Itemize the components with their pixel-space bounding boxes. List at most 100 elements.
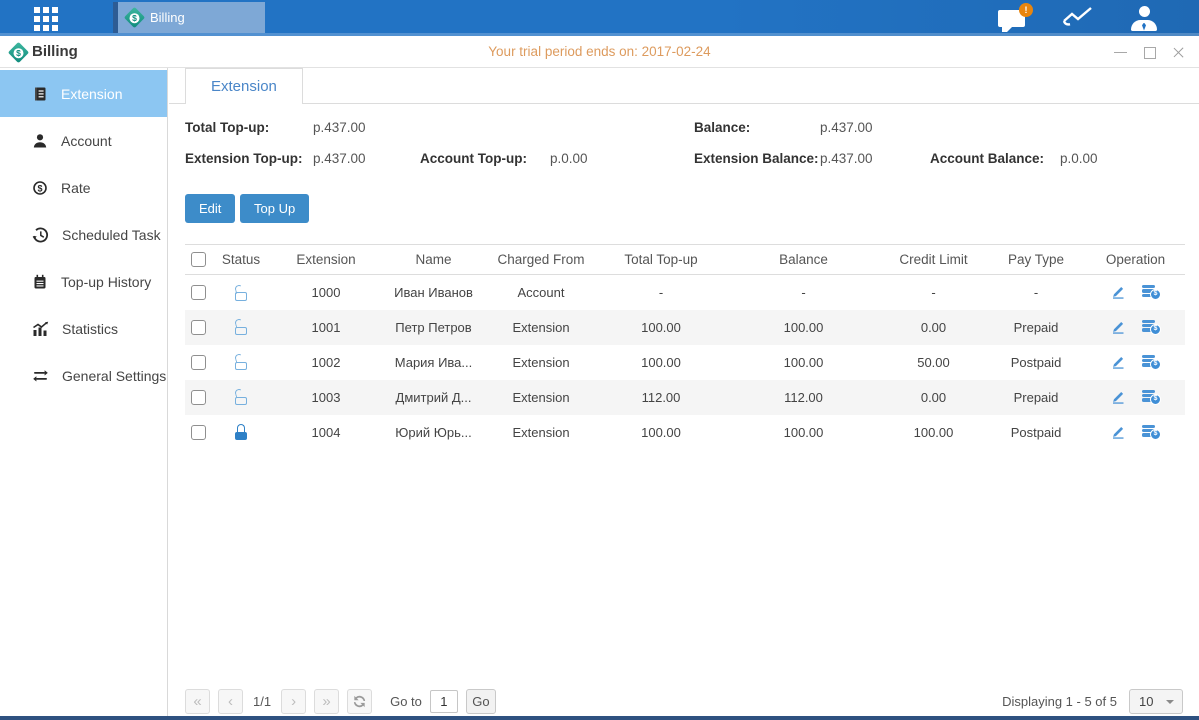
go-button[interactable]: Go — [466, 689, 496, 714]
balance-value: p.437.00 — [820, 120, 873, 135]
page-size-value: 10 — [1139, 694, 1153, 709]
select-all-checkbox[interactable] — [191, 252, 206, 267]
cell-balance: 100.00 — [726, 415, 881, 450]
app-launcher-grid-icon[interactable] — [34, 7, 58, 31]
cell-credit-limit: 100.00 — [881, 415, 986, 450]
status-lock-icon[interactable] — [233, 319, 249, 335]
topup-row-icon[interactable]: $ — [1142, 319, 1161, 335]
account-topup-value: p.0.00 — [550, 151, 588, 166]
cell-charged-from: Account — [486, 275, 596, 310]
window-controls — [1114, 36, 1185, 68]
cell-credit-limit: 0.00 — [881, 310, 986, 345]
page-size-dropdown[interactable]: 10 — [1129, 689, 1183, 714]
first-page-button[interactable]: « — [185, 689, 210, 714]
total-topup-label: Total Top-up: — [185, 120, 269, 135]
sidebar-item-label: Rate — [61, 180, 91, 196]
cell-total-topup: 112.00 — [596, 380, 726, 415]
cell-pay-type: Postpaid — [986, 345, 1086, 380]
cell-extension: 1000 — [271, 275, 381, 310]
account-topup-label: Account Top-up: — [420, 151, 527, 166]
cell-total-topup: - — [596, 275, 726, 310]
cell-charged-from: Extension — [486, 310, 596, 345]
goto-page-input[interactable] — [430, 690, 458, 713]
cell-balance: - — [726, 275, 881, 310]
edit-row-icon[interactable] — [1110, 389, 1126, 405]
sidebar-item-statistics[interactable]: Statistics — [0, 305, 167, 352]
cell-pay-type: - — [986, 275, 1086, 310]
table-header-row: Status Extension Name Charged From Total… — [185, 245, 1185, 275]
goto-label: Go to — [390, 694, 422, 709]
last-page-button[interactable]: » — [314, 689, 339, 714]
cell-credit-limit: 0.00 — [881, 380, 986, 415]
topup-row-icon[interactable]: $ — [1142, 354, 1161, 370]
cell-charged-from: Extension — [486, 415, 596, 450]
cell-extension: 1001 — [271, 310, 381, 345]
col-name: Name — [381, 245, 486, 275]
trial-notice: Your trial period ends on: 2017-02-24 — [0, 44, 1199, 59]
refresh-button[interactable] — [347, 689, 372, 714]
topup-row-icon[interactable]: $ — [1142, 389, 1161, 405]
edit-button[interactable]: Edit — [185, 194, 235, 223]
resource-monitor-button[interactable] — [1061, 4, 1095, 33]
sidebar-item-rate[interactable]: $ Rate — [0, 164, 167, 211]
table-row: 1001 Петр Петров Extension 100.00 100.00… — [185, 310, 1185, 345]
sidebar-item-label: Scheduled Task — [62, 227, 161, 243]
person-icon — [1131, 6, 1157, 31]
user-account-button[interactable] — [1131, 6, 1157, 31]
sidebar-item-account[interactable]: Account — [0, 117, 167, 164]
cell-pay-type: Prepaid — [986, 310, 1086, 345]
cell-credit-limit: - — [881, 275, 986, 310]
minimize-icon[interactable] — [1114, 46, 1127, 59]
topup-row-icon[interactable]: $ — [1142, 424, 1161, 440]
row-checkbox[interactable] — [191, 390, 206, 405]
notifications-button[interactable]: ! — [998, 10, 1025, 27]
account-balance-value: p.0.00 — [1060, 151, 1098, 166]
dollar-circle-icon: $ — [32, 180, 48, 196]
row-checkbox[interactable] — [191, 320, 206, 335]
edit-row-icon[interactable] — [1110, 424, 1126, 440]
cell-name: Дмитрий Д... — [381, 380, 486, 415]
maximize-icon[interactable] — [1143, 46, 1156, 59]
row-checkbox[interactable] — [191, 425, 206, 440]
col-pay-type: Pay Type — [986, 245, 1086, 275]
topup-row-icon[interactable]: $ — [1142, 284, 1161, 300]
cell-extension: 1002 — [271, 345, 381, 380]
close-icon[interactable] — [1172, 46, 1185, 59]
col-extension: Extension — [271, 245, 381, 275]
cell-name: Иван Иванов — [381, 275, 486, 310]
topup-button[interactable]: Top Up — [240, 194, 309, 223]
sidebar-item-scheduled-task[interactable]: Scheduled Task — [0, 211, 167, 258]
cell-balance: 100.00 — [726, 345, 881, 380]
cell-total-topup: 100.00 — [596, 345, 726, 380]
table-row: 1004 Юрий Юрь... Extension 100.00 100.00… — [185, 415, 1185, 450]
bottom-edge-bar — [0, 716, 1199, 720]
refresh-icon — [352, 694, 367, 709]
status-lock-icon[interactable] — [233, 285, 249, 301]
col-credit-limit: Credit Limit — [881, 245, 986, 275]
cell-balance: 112.00 — [726, 380, 881, 415]
cell-extension: 1003 — [271, 380, 381, 415]
status-lock-icon[interactable] — [233, 354, 249, 370]
edit-row-icon[interactable] — [1110, 319, 1126, 335]
sidebar-item-general-settings[interactable]: General Settings — [0, 352, 167, 399]
sidebar-item-label: Top-up History — [61, 274, 151, 290]
tab-extension[interactable]: Extension — [185, 68, 303, 104]
page-indicator: 1/1 — [253, 694, 271, 709]
topbar-icons: ! — [998, 0, 1157, 36]
billing-app-icon: $ — [124, 7, 145, 28]
col-charged-from: Charged From — [486, 245, 596, 275]
prev-page-button[interactable]: ‹ — [218, 689, 243, 714]
topbar-tab-billing[interactable]: $ Billing — [113, 2, 265, 33]
sidebar-item-extension[interactable]: Extension — [0, 70, 167, 117]
next-page-button[interactable]: › — [281, 689, 306, 714]
cell-extension: 1004 — [271, 415, 381, 450]
table-row: 1002 Мария Ива... Extension 100.00 100.0… — [185, 345, 1185, 380]
status-lock-icon[interactable] — [233, 424, 249, 440]
col-status: Status — [211, 245, 271, 275]
status-lock-icon[interactable] — [233, 389, 249, 405]
edit-row-icon[interactable] — [1110, 354, 1126, 370]
edit-row-icon[interactable] — [1110, 284, 1126, 300]
row-checkbox[interactable] — [191, 285, 206, 300]
row-checkbox[interactable] — [191, 355, 206, 370]
sidebar-item-topup-history[interactable]: Top-up History — [0, 258, 167, 305]
